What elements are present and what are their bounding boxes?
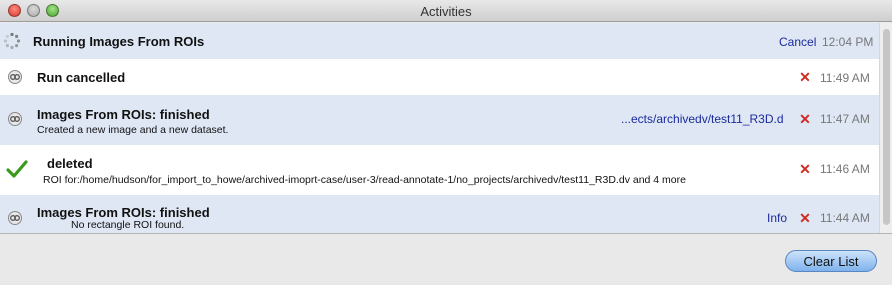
result-link[interactable]: ...ects/archivedv/test11_R3D.d: [621, 112, 784, 126]
vertical-scrollbar[interactable]: [879, 23, 892, 233]
activity-row: Running Images From ROIs Cancel 12:04 PM: [0, 23, 879, 59]
remove-icon[interactable]: ✕: [799, 211, 811, 225]
remove-icon[interactable]: ✕: [799, 112, 811, 126]
activity-title: Running Images From ROIs: [33, 34, 205, 49]
activity-row: Run cancelled ✕ 11:49 AM: [0, 59, 879, 95]
window-title: Activities: [420, 4, 472, 19]
title-bar: Activities: [0, 0, 892, 22]
activity-title: Images From ROIs: finished: [37, 107, 210, 122]
spinner-icon: [3, 32, 21, 50]
activity-time: 11:44 AM: [820, 211, 870, 225]
info-link[interactable]: Info: [767, 211, 787, 225]
activity-row: deleted ROI for:/home/hudson/for_import_…: [0, 145, 879, 195]
activity-title: deleted: [47, 156, 93, 171]
remove-icon[interactable]: ✕: [799, 162, 811, 176]
activity-list: Running Images From ROIs Cancel 12:04 PM…: [0, 23, 879, 233]
plugin-icon: [6, 68, 24, 86]
checkmark-icon: [6, 160, 28, 178]
plugin-icon: [6, 110, 24, 128]
activity-time: 11:49 AM: [820, 71, 870, 85]
activity-row: Images From ROIs: finished Created a new…: [0, 95, 879, 145]
activity-time: 11:47 AM: [820, 112, 870, 126]
footer-bar: Clear List: [0, 233, 892, 285]
activity-subtitle: No rectangle ROI found.: [71, 219, 185, 231]
remove-icon[interactable]: ✕: [799, 70, 811, 84]
activity-subtitle: ROI for:/home/hudson/for_import_to_howe/…: [43, 174, 686, 186]
activity-subtitle: Created a new image and a new dataset.: [37, 124, 229, 136]
clear-list-button[interactable]: Clear List: [785, 250, 877, 272]
activity-time: 11:46 AM: [820, 162, 870, 176]
plugin-icon: [6, 209, 24, 227]
activity-title: Run cancelled: [37, 70, 126, 85]
activity-title: Images From ROIs: finished: [37, 205, 210, 220]
scrollbar-thumb[interactable]: [883, 29, 890, 225]
activity-row: Images From ROIs: finished No rectangle …: [0, 195, 879, 233]
activity-time: 12:04 PM: [822, 35, 874, 49]
cancel-link[interactable]: Cancel: [779, 35, 816, 49]
